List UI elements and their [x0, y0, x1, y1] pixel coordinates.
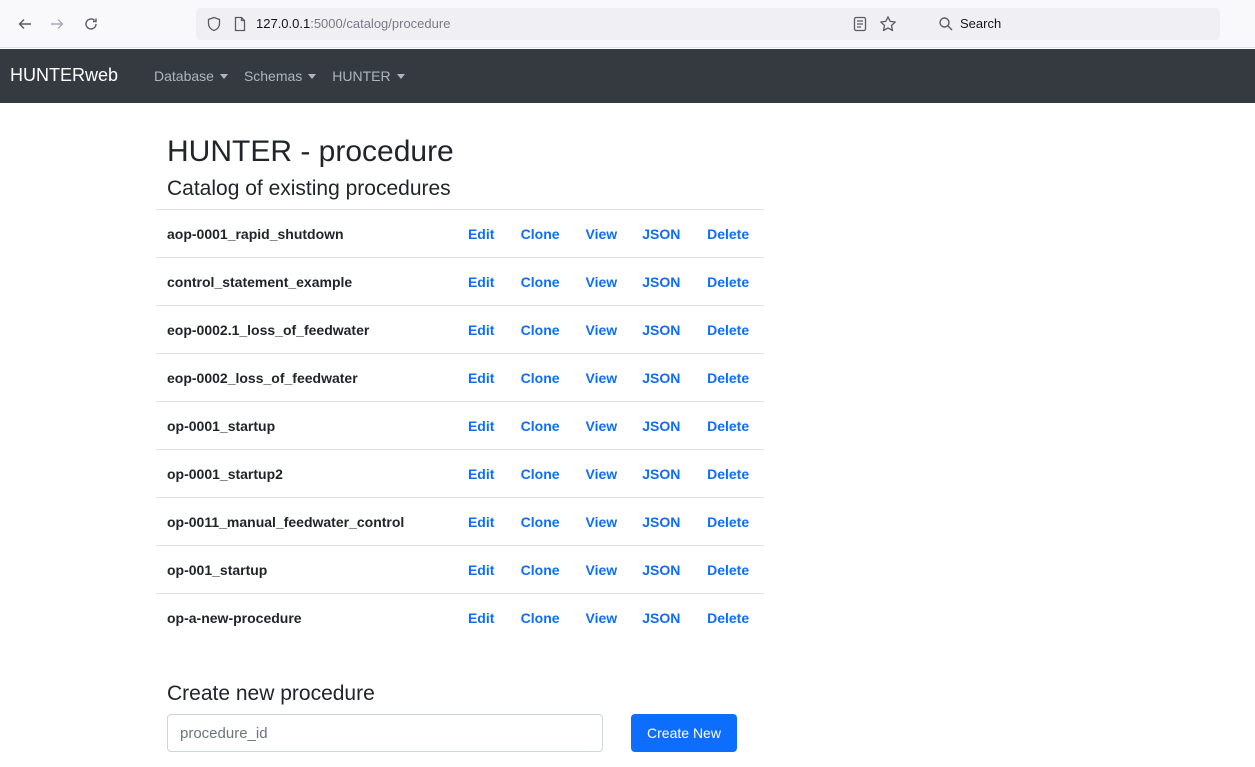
delete-link[interactable]: Delete	[697, 306, 764, 354]
brand-link[interactable]: HUNTERweb	[10, 63, 118, 87]
procedure-name: control_statement_example	[167, 273, 353, 290]
clone-link[interactable]: Clone	[511, 498, 576, 546]
delete-link[interactable]: Delete	[697, 258, 764, 306]
procedure-catalog-table: aop-0001_rapid_shutdown Edit Clone View JSON…	[156, 209, 764, 642]
search-placeholder: Search	[960, 16, 1002, 31]
json-link[interactable]: JSON	[632, 594, 697, 642]
reload-icon[interactable]	[80, 13, 102, 35]
delete-link[interactable]: Delete	[697, 546, 764, 594]
edit-link[interactable]: Edit	[458, 354, 511, 402]
procedure-name: eop-0002_loss_of_feedwater	[167, 369, 358, 386]
view-link[interactable]: View	[576, 498, 633, 546]
search-icon	[938, 16, 954, 32]
address-bar[interactable]: 127.0.0.1:5000/catalog/procedure Search	[196, 8, 1220, 40]
procedure-name: op-a-new-procedure	[167, 609, 302, 626]
url-path: :5000/catalog/procedure	[310, 16, 451, 31]
create-new-button[interactable]: Create New	[631, 714, 737, 752]
delete-link[interactable]: Delete	[697, 354, 764, 402]
search-box[interactable]: Search	[930, 8, 1220, 40]
procedure-name: op-0001_startup2	[167, 465, 283, 482]
nav-menu: Database Schemas HUNTER	[154, 66, 405, 86]
edit-link[interactable]: Edit	[458, 594, 511, 642]
back-arrow-icon[interactable]	[14, 13, 36, 35]
view-link[interactable]: View	[576, 354, 633, 402]
view-link[interactable]: View	[576, 546, 633, 594]
clone-link[interactable]: Clone	[511, 402, 576, 450]
table-row: op-0011_manual_feedwater_control Edit Clon…	[156, 497, 764, 546]
table-row: eop-0002.1_loss_of_feedwater Edit Clone Vie…	[156, 305, 764, 354]
edit-link[interactable]: Edit	[458, 210, 511, 258]
delete-link[interactable]: Delete	[697, 402, 764, 450]
json-link[interactable]: JSON	[632, 402, 697, 450]
table-row: op-a-new-procedure Edit Clone View JSON Delet…	[156, 593, 764, 642]
clone-link[interactable]: Clone	[511, 354, 576, 402]
table-row: op-0001_startup Edit Clone View JSON Delete	[156, 401, 764, 450]
forward-arrow-icon[interactable]	[46, 13, 68, 35]
app-navbar: HUNTERweb Database Schemas HUNTER	[0, 49, 1255, 103]
url-text[interactable]: 127.0.0.1:5000/catalog/procedure	[256, 16, 450, 32]
page-icon[interactable]	[232, 16, 248, 32]
procedure-name: op-0011_manual_feedwater_control	[167, 513, 405, 530]
reader-view-icon[interactable]	[852, 16, 868, 32]
json-link[interactable]: JSON	[632, 498, 697, 546]
page-title: HUNTER - procedure	[167, 135, 454, 168]
nav-hunter-dropdown[interactable]: HUNTER	[332, 66, 405, 86]
nav-database-label: Database	[154, 68, 214, 84]
table-row: op-001_startup Edit Clone View JSON Delete	[156, 545, 764, 594]
caret-down-icon	[308, 73, 317, 79]
nav-schemas-label: Schemas	[243, 68, 303, 84]
nav-database-dropdown[interactable]: Database	[154, 66, 228, 86]
page-subtitle: Catalog of existing procedures	[167, 177, 451, 200]
shield-icon[interactable]	[206, 16, 222, 32]
clone-link[interactable]: Clone	[511, 450, 576, 498]
edit-link[interactable]: Edit	[458, 258, 511, 306]
table-row: control_statement_example Edit Clone View JS…	[156, 257, 764, 306]
edit-link[interactable]: Edit	[458, 450, 511, 498]
delete-link[interactable]: Delete	[697, 594, 764, 642]
browser-toolbar: 127.0.0.1:5000/catalog/procedure Search	[0, 0, 1255, 48]
nav-hunter-label: HUNTER	[332, 68, 391, 84]
edit-link[interactable]: Edit	[458, 546, 511, 594]
table-row: op-0001_startup2 Edit Clone View JSON Delete	[156, 449, 764, 498]
procedure-id-input[interactable]	[167, 714, 603, 752]
url-host: 127.0.0.1	[256, 16, 311, 31]
procedure-name: op-001_startup	[167, 561, 268, 578]
bookmark-star-icon[interactable]	[879, 15, 897, 33]
view-link[interactable]: View	[576, 210, 633, 258]
view-link[interactable]: View	[576, 306, 633, 354]
table-row: eop-0002_loss_of_feedwater Edit Clone View J…	[156, 353, 764, 402]
procedure-name: aop-0001_rapid_shutdown	[167, 225, 344, 242]
caret-down-icon	[219, 73, 228, 79]
procedure-name: op-0001_startup	[167, 417, 276, 434]
json-link[interactable]: JSON	[632, 546, 697, 594]
json-link[interactable]: JSON	[632, 258, 697, 306]
edit-link[interactable]: Edit	[458, 498, 511, 546]
json-link[interactable]: JSON	[632, 450, 697, 498]
view-link[interactable]: View	[576, 594, 633, 642]
procedure-name: eop-0002.1_loss_of_feedwater	[167, 321, 370, 338]
view-link[interactable]: View	[576, 450, 633, 498]
clone-link[interactable]: Clone	[511, 306, 576, 354]
clone-link[interactable]: Clone	[511, 258, 576, 306]
clone-link[interactable]: Clone	[511, 210, 576, 258]
edit-link[interactable]: Edit	[458, 306, 511, 354]
view-link[interactable]: View	[576, 402, 633, 450]
create-heading: Create new procedure	[167, 682, 375, 705]
json-link[interactable]: JSON	[632, 306, 697, 354]
caret-down-icon	[396, 73, 405, 79]
nav-schemas-dropdown[interactable]: Schemas	[243, 66, 317, 86]
json-link[interactable]: JSON	[632, 210, 697, 258]
json-link[interactable]: JSON	[632, 354, 697, 402]
delete-link[interactable]: Delete	[697, 450, 764, 498]
edit-link[interactable]: Edit	[458, 402, 511, 450]
view-link[interactable]: View	[576, 258, 633, 306]
delete-link[interactable]: Delete	[697, 498, 764, 546]
table-row: aop-0001_rapid_shutdown Edit Clone View JSON…	[156, 209, 764, 258]
delete-link[interactable]: Delete	[697, 210, 764, 258]
clone-link[interactable]: Clone	[511, 594, 576, 642]
procedure-catalog-body: aop-0001_rapid_shutdown Edit Clone View JSON…	[156, 209, 764, 642]
clone-link[interactable]: Clone	[511, 546, 576, 594]
